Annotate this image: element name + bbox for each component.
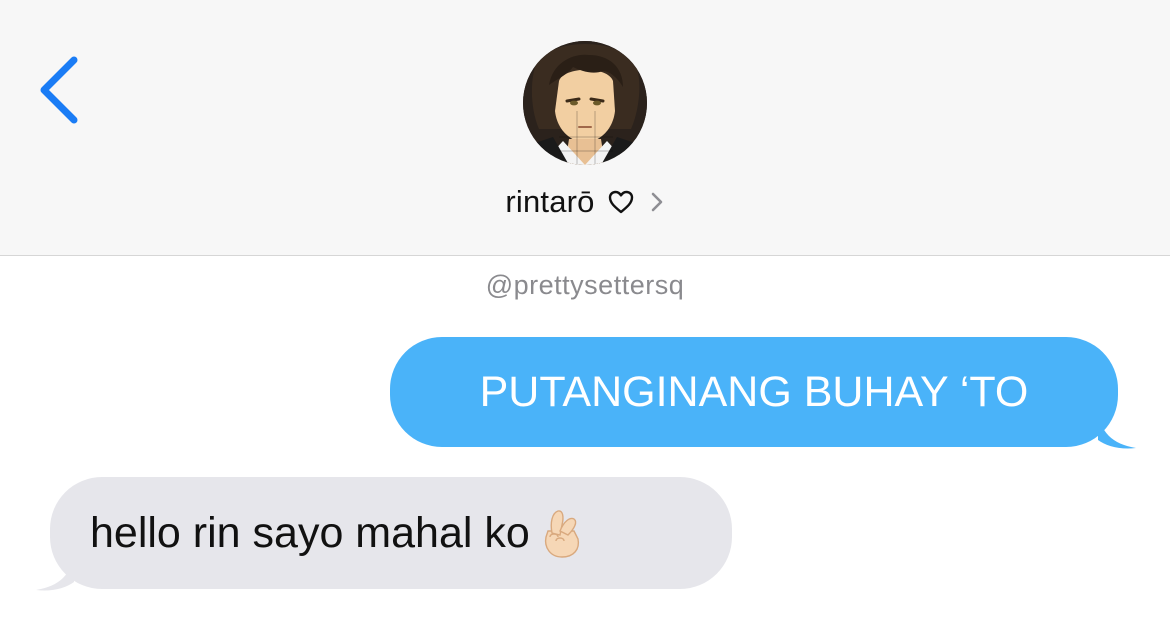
received-message-text: hello rin sayo mahal ko: [90, 508, 530, 557]
chevron-right-icon: [649, 189, 665, 215]
chevron-left-icon: [40, 56, 78, 124]
contact-name: rintarō: [505, 184, 595, 219]
contact-name-button[interactable]: rintarō: [0, 180, 1170, 224]
sent-message-bubble[interactable]: PUTANGINANG BUHAY ‘TO: [390, 337, 1118, 447]
avatar[interactable]: [523, 41, 647, 165]
conversation-header: rintarō: [0, 0, 1170, 256]
received-message-bubble[interactable]: hello rin sayo mahal ko: [50, 477, 732, 589]
heart-outline-icon: [607, 189, 635, 215]
sent-message-text: PUTANGINANG BUHAY ‘TO: [479, 367, 1029, 416]
watermark-handle: @prettysettersq: [485, 270, 685, 300]
finger-heart-emoji-icon: [538, 507, 584, 559]
back-button[interactable]: [28, 50, 88, 130]
